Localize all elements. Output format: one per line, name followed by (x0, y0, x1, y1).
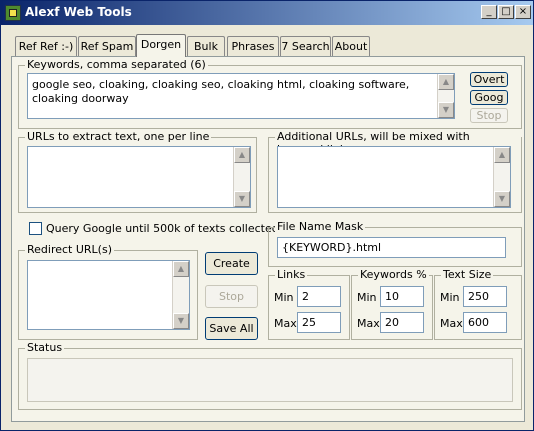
stop-keywords-button[interactable]: Stop (470, 108, 508, 123)
scroll-down-icon[interactable]: ▼ (234, 191, 250, 207)
scroll-down-icon[interactable]: ▼ (173, 313, 189, 329)
query-google-label: Query Google until 500k of texts collect… (46, 222, 279, 235)
keywords-group: Keywords, comma separated (6) google seo… (18, 58, 522, 129)
urls-extract-textarea[interactable]: ▲ ▼ (27, 146, 251, 208)
overt-button[interactable]: Overt (470, 72, 508, 87)
redirect-label: Redirect URL(s) (25, 243, 114, 256)
tab-about[interactable]: About (332, 36, 370, 56)
stop-button[interactable]: Stop (205, 285, 258, 308)
title-bar[interactable]: Alexf Web Tools _ □ × (1, 1, 533, 25)
text-size-max-label: Max (440, 317, 463, 330)
maximize-button[interactable]: □ (498, 5, 514, 19)
file-name-mask-group: File Name Mask {KEYWORD}.html (268, 220, 522, 267)
tab-bulk[interactable]: Bulk (187, 36, 225, 56)
redirect-scrollbar[interactable]: ▲ ▼ (172, 261, 189, 329)
links-min-label: Min (274, 291, 294, 304)
urls-extract-label: URLs to extract text, one per line (25, 130, 212, 143)
links-max-label: Max (274, 317, 297, 330)
status-area (27, 358, 513, 402)
additional-urls-scrollbar[interactable]: ▲ ▼ (493, 147, 510, 207)
file-name-mask-label: File Name Mask (275, 220, 366, 233)
tab-phrases[interactable]: Phrases (227, 36, 279, 56)
status-group: Status (18, 341, 522, 410)
tab-7-search[interactable]: 7 Search (280, 36, 331, 56)
window-title: Alexf Web Tools (25, 5, 132, 19)
keywords-percent-max-input[interactable]: 20 (380, 312, 424, 333)
text-size-group: Text Size Min 250 Max 600 (434, 268, 522, 340)
redirect-textarea[interactable]: ▲ ▼ (27, 260, 190, 330)
save-all-button[interactable]: Save All (205, 317, 258, 340)
keywords-percent-max-label: Max (357, 317, 380, 330)
text-size-label: Text Size (441, 268, 494, 281)
links-label: Links (275, 268, 308, 281)
file-name-mask-input[interactable]: {KEYWORD}.html (277, 237, 506, 258)
urls-extract-scrollbar[interactable]: ▲ ▼ (233, 147, 250, 207)
goog-button[interactable]: Goog (470, 90, 508, 105)
query-google-checkbox[interactable] (29, 222, 42, 235)
app-icon (5, 5, 21, 21)
scroll-up-icon[interactable]: ▲ (234, 147, 250, 163)
scroll-down-icon[interactable]: ▼ (438, 102, 454, 118)
redirect-group: Redirect URL(s) ▲ ▼ (18, 243, 198, 340)
app-window: Alexf Web Tools _ □ × Ref Ref :-) Ref Sp… (0, 0, 534, 431)
status-label: Status (25, 341, 65, 354)
urls-extract-group: URLs to extract text, one per line ▲ ▼ (18, 130, 257, 213)
text-size-min-label: Min (440, 291, 460, 304)
scroll-down-icon[interactable]: ▼ (494, 191, 510, 207)
scroll-up-icon[interactable]: ▲ (438, 74, 454, 90)
close-button[interactable]: × (515, 5, 531, 19)
keywords-percent-label: Keywords % (358, 268, 429, 281)
keywords-percent-min-label: Min (357, 291, 377, 304)
create-button[interactable]: Create (205, 252, 258, 275)
tab-ref-ref[interactable]: Ref Ref :-) (15, 36, 77, 56)
keywords-percent-group: Keywords % Min 10 Max 20 (351, 268, 433, 340)
links-min-input[interactable]: 2 (297, 286, 341, 307)
text-size-min-input[interactable]: 250 (463, 286, 507, 307)
tab-ref-spam[interactable]: Ref Spam (78, 36, 136, 56)
links-group: Links Min 2 Max 25 (268, 268, 350, 340)
additional-urls-textarea[interactable]: ▲ ▼ (277, 146, 511, 208)
additional-urls-group: Additional URLs, will be mixed with keyw… (268, 130, 522, 213)
scroll-up-icon[interactable]: ▲ (173, 261, 189, 277)
scroll-up-icon[interactable]: ▲ (494, 147, 510, 163)
keywords-percent-min-input[interactable]: 10 (380, 286, 424, 307)
tab-dorgen[interactable]: Dorgen (136, 34, 186, 57)
keywords-label: Keywords, comma separated (6) (25, 58, 208, 71)
minimize-button[interactable]: _ (481, 5, 497, 19)
text-size-max-input[interactable]: 600 (463, 312, 507, 333)
keywords-textarea[interactable]: google seo, cloaking, cloaking seo, cloa… (27, 73, 455, 119)
links-max-input[interactable]: 25 (297, 312, 341, 333)
keywords-value: google seo, cloaking, cloaking seo, cloa… (32, 78, 410, 105)
keywords-scrollbar[interactable]: ▲ ▼ (437, 74, 454, 118)
dorgen-tab-panel: Keywords, comma separated (6) google seo… (11, 56, 525, 422)
